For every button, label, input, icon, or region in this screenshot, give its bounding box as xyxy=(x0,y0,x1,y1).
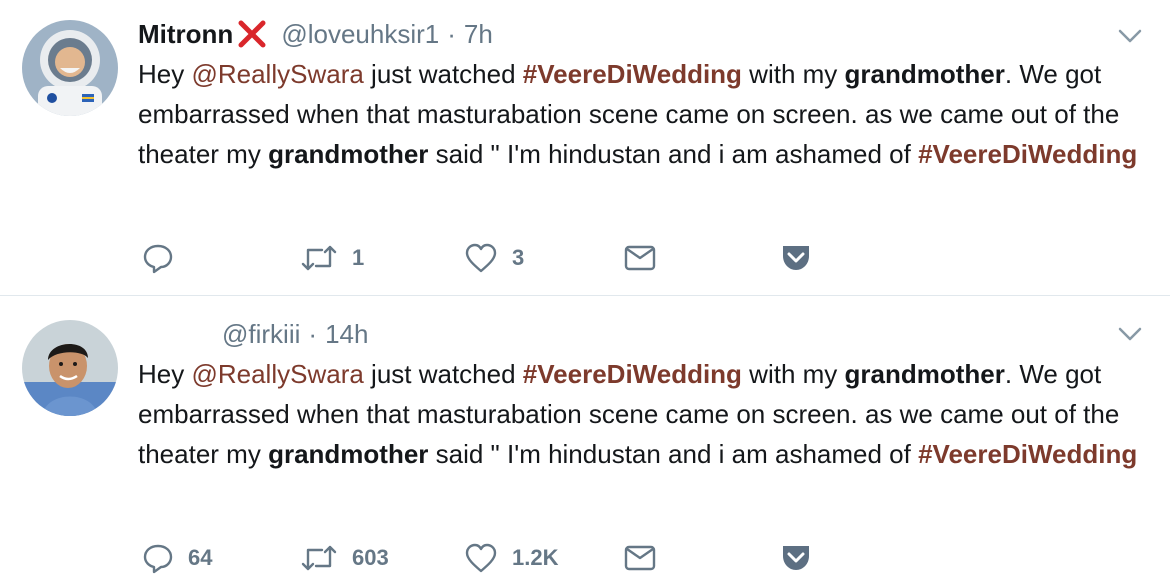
tweet-text: Hey @ReallySwara just watched #VeereDiWe… xyxy=(138,54,1148,174)
timestamp[interactable]: 14h xyxy=(325,319,368,350)
reply-icon xyxy=(142,242,174,274)
retweet-count: 1 xyxy=(352,245,365,270)
heart-icon xyxy=(464,242,498,274)
text-segment: Hey xyxy=(138,59,192,89)
like-button[interactable]: 3 xyxy=(464,236,524,280)
retweet-icon xyxy=(300,542,338,574)
timestamp[interactable]: 7h xyxy=(464,19,493,50)
bold-term: grandmother xyxy=(268,139,429,169)
tweet[interactable]: Mitronn @loveuhksir1 · 7h Hey @ReallySwa… xyxy=(0,0,1170,296)
bold-term: grandmother xyxy=(844,359,1005,389)
heart-icon xyxy=(464,542,498,574)
separator-dot: · xyxy=(308,318,318,349)
user-handle[interactable]: @loveuhksir1 xyxy=(281,19,439,50)
reply-count: 64 xyxy=(188,545,213,570)
envelope-icon xyxy=(624,244,656,272)
tweet-feed: Mitronn @loveuhksir1 · 7h Hey @ReallySwa… xyxy=(0,0,1170,586)
retweet-count: 603 xyxy=(352,545,389,570)
hashtag-link[interactable]: #VeereDiWedding xyxy=(918,439,1137,469)
pocket-icon xyxy=(780,543,812,573)
reply-button[interactable]: 64 xyxy=(142,536,212,580)
like-count: 3 xyxy=(512,245,525,270)
mention-link[interactable]: @ReallySwara xyxy=(191,59,363,89)
bold-term: grandmother xyxy=(268,439,429,469)
direct-message-button[interactable] xyxy=(624,536,656,580)
tweet-header: Mitronn @loveuhksir1 · 7h xyxy=(138,14,493,54)
like-button[interactable]: 1.2K xyxy=(464,536,558,580)
text-segment: with my xyxy=(741,359,845,389)
display-name[interactable]: Mitronn xyxy=(138,19,233,50)
text-segment: Hey xyxy=(138,359,192,389)
pocket-button[interactable] xyxy=(780,236,812,280)
reply-icon xyxy=(142,542,174,574)
chevron-down-icon[interactable] xyxy=(1116,22,1144,50)
tweet-actions: 1 3 xyxy=(138,236,1038,280)
pocket-icon xyxy=(780,243,812,273)
red-cross-icon xyxy=(235,17,269,51)
separator-dot: · xyxy=(447,18,456,49)
like-count: 1.2K xyxy=(512,545,559,570)
retweet-button[interactable]: 1 xyxy=(300,236,364,280)
reply-button[interactable] xyxy=(142,236,188,280)
bold-term: grandmother xyxy=(844,59,1005,89)
pocket-button[interactable] xyxy=(780,536,812,580)
hashtag-link[interactable]: #VeereDiWedding xyxy=(918,139,1137,169)
avatar[interactable] xyxy=(22,320,118,416)
avatar[interactable] xyxy=(22,20,118,116)
tweet[interactable]: @firkiii · 14h Hey @ReallySwara just wat… xyxy=(0,296,1170,586)
text-segment: just watched xyxy=(363,59,523,89)
hashtag-link[interactable]: #VeereDiWedding xyxy=(523,359,742,389)
tweet-actions: 64 603 1.2K xyxy=(138,536,1038,580)
text-segment: just watched xyxy=(363,359,523,389)
tweet-header: @firkiii · 14h xyxy=(222,314,368,354)
user-handle[interactable]: @firkiii xyxy=(222,319,300,350)
retweet-button[interactable]: 603 xyxy=(300,536,389,580)
direct-message-button[interactable] xyxy=(624,236,656,280)
envelope-icon xyxy=(624,544,656,572)
hashtag-link[interactable]: #VeereDiWedding xyxy=(523,59,742,89)
retweet-icon xyxy=(300,242,338,274)
text-segment: said " I'm hindustan and i am ashamed of xyxy=(428,439,919,469)
chevron-down-icon[interactable] xyxy=(1116,320,1144,348)
tweet-text: Hey @ReallySwara just watched #VeereDiWe… xyxy=(138,354,1148,474)
text-segment: with my xyxy=(741,59,845,89)
text-segment: said " I'm hindustan and i am ashamed of xyxy=(428,139,919,169)
mention-link[interactable]: @ReallySwara xyxy=(191,359,363,389)
